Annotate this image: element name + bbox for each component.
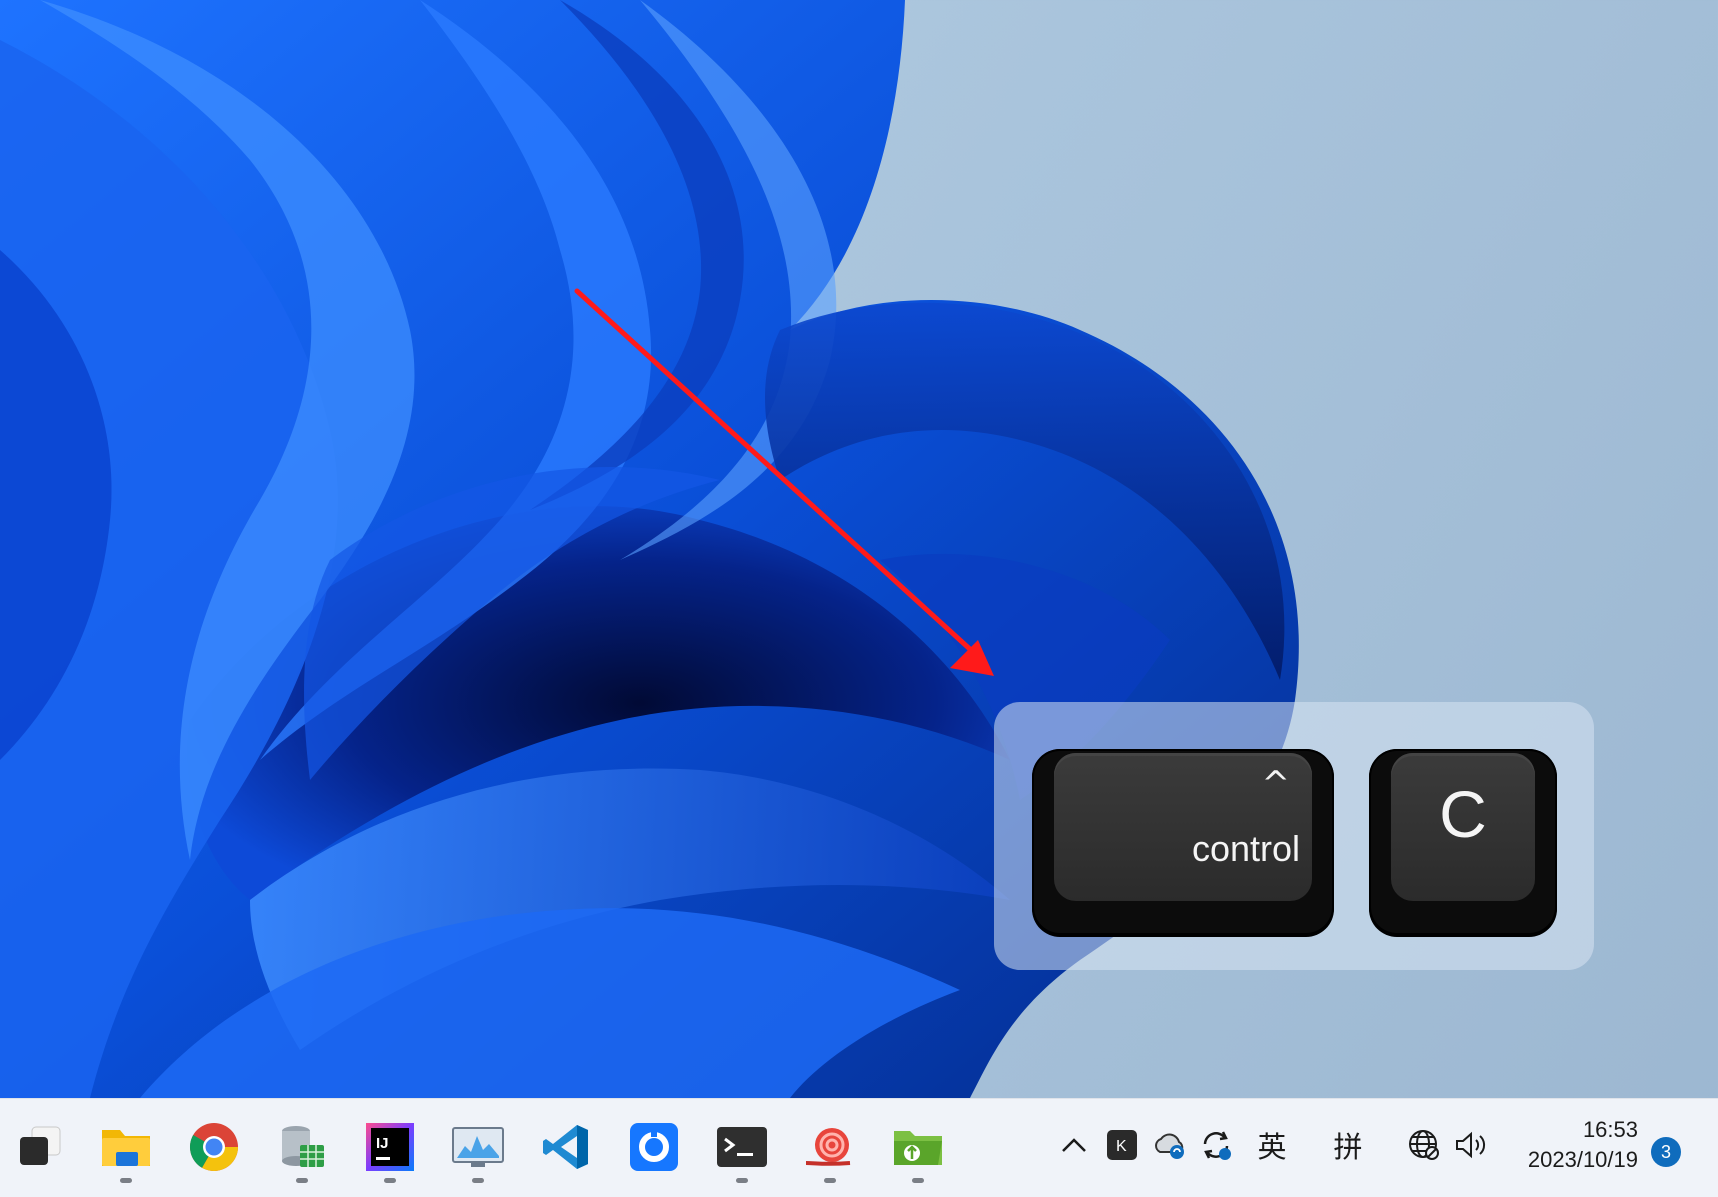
sync-status-icon [1203, 1131, 1231, 1160]
running-indicator [912, 1178, 924, 1183]
desktop: ^ control C [0, 0, 1718, 1098]
c-key: C [1369, 749, 1557, 935]
network-button[interactable] [1404, 1113, 1444, 1177]
tray-sync-status[interactable] [1196, 1113, 1236, 1177]
taskbar-app-file-explorer[interactable] [88, 1109, 164, 1185]
c-key-label: C [1439, 777, 1487, 851]
show-hidden-icons-button[interactable] [1056, 1113, 1092, 1177]
speaker-icon [1456, 1131, 1486, 1159]
running-indicator [384, 1178, 396, 1183]
intellij-icon: IJ [366, 1123, 414, 1171]
taskbar-app-database[interactable] [264, 1109, 340, 1185]
show-desktop-icon [20, 1126, 61, 1165]
blue-ring-icon [630, 1123, 678, 1171]
svg-text:IJ: IJ [376, 1135, 389, 1152]
chrome-icon [189, 1123, 238, 1172]
running-indicator [120, 1178, 132, 1183]
show-desktop-button[interactable] [2, 1109, 78, 1185]
control-caret-symbol: ^ [1261, 764, 1291, 804]
tray-cloud-sync[interactable] [1150, 1113, 1190, 1177]
cloud-sync-icon [1155, 1133, 1184, 1159]
clock[interactable]: 16:53 2023/10/19 [1508, 1115, 1638, 1175]
tray-k-app[interactable]: K [1104, 1113, 1140, 1177]
clock-date: 2023/10/19 [1527, 1147, 1638, 1172]
taskbar-app-terminal[interactable] [704, 1109, 780, 1185]
running-indicator [296, 1178, 308, 1183]
folder-icon [102, 1130, 150, 1166]
taskbar-app-performance-monitor[interactable] [440, 1109, 516, 1185]
chevron-up-icon [1062, 1138, 1086, 1152]
taskbar-app-snail[interactable] [792, 1109, 868, 1185]
taskbar: IJ K 英 拼 16:53 2023/10/19 3 [0, 1098, 1718, 1197]
running-indicator [824, 1178, 836, 1183]
running-indicator [472, 1178, 484, 1183]
control-key-label: control [1191, 828, 1300, 869]
taskbar-app-green-folder[interactable] [880, 1109, 956, 1185]
green-folder-icon [894, 1131, 942, 1165]
ime-language-indicator[interactable]: 英 [1250, 1113, 1294, 1177]
control-key: ^ control [1032, 749, 1334, 935]
notification-badge[interactable]: 3 [1651, 1137, 1681, 1167]
globe-no-connection-icon [1409, 1130, 1439, 1160]
svg-text:K: K [1116, 1138, 1127, 1155]
clock-time: 16:53 [1582, 1117, 1638, 1142]
taskbar-app-vscode[interactable] [528, 1109, 604, 1185]
snail-icon [805, 1128, 851, 1166]
terminal-icon [717, 1127, 767, 1167]
taskbar-app-blue-ring[interactable] [616, 1109, 692, 1185]
running-indicator [736, 1178, 748, 1183]
volume-button[interactable] [1452, 1113, 1492, 1177]
monitor-chart-icon [452, 1127, 504, 1167]
ime-mode-indicator[interactable]: 拼 [1326, 1113, 1370, 1177]
keystroke-overlay: ^ control C [994, 702, 1594, 970]
taskbar-app-intellij[interactable]: IJ [352, 1109, 428, 1185]
vscode-icon [543, 1125, 588, 1169]
taskbar-app-chrome[interactable] [176, 1109, 252, 1185]
database-icon [282, 1126, 324, 1167]
k-app-icon: K [1107, 1130, 1137, 1160]
